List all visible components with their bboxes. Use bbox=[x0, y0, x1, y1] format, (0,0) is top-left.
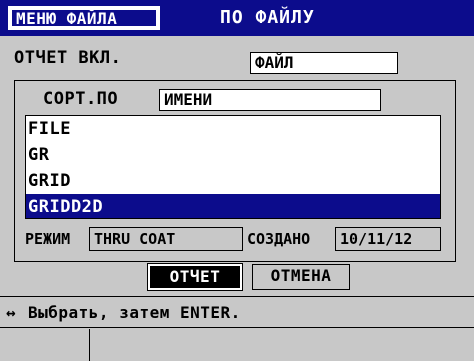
help-bar: ↔ Выбрать, затем ENTER. bbox=[0, 296, 474, 328]
report-button[interactable]: ОТЧЕТ bbox=[147, 263, 243, 291]
file-menu-tab-label: МЕНЮ ФАЙЛА bbox=[12, 10, 156, 27]
screen-title: ПО ФАЙЛУ bbox=[220, 7, 315, 28]
help-text: Выбрать, затем ENTER. bbox=[28, 303, 241, 322]
report-on-label: ОТЧЕТ ВКЛ. bbox=[14, 48, 122, 68]
left-right-arrow-icon: ↔ bbox=[6, 303, 16, 322]
created-label: СОЗДАНО bbox=[247, 230, 311, 248]
file-list-item-selected[interactable]: GRIDD2D bbox=[26, 194, 440, 218]
file-list[interactable]: FILE GR GRID GRIDD2D bbox=[25, 115, 441, 219]
report-on-field[interactable]: ФАЙЛ bbox=[250, 52, 398, 74]
mode-value: THRU COAT bbox=[89, 227, 243, 251]
sort-by-field[interactable]: ИМЕНИ bbox=[159, 89, 381, 111]
sort-by-label: СОРТ.ПО bbox=[43, 89, 119, 109]
status-cell bbox=[0, 329, 90, 361]
file-report-screen: МЕНЮ ФАЙЛА ПО ФАЙЛУ ОТЧЕТ ВКЛ. ФАЙЛ СОРТ… bbox=[0, 0, 474, 361]
created-value: 10/11/12 bbox=[335, 227, 441, 251]
file-list-item[interactable]: FILE bbox=[26, 116, 440, 142]
mode-label: РЕЖИМ bbox=[25, 230, 71, 248]
file-list-item[interactable]: GR bbox=[26, 142, 440, 168]
file-list-item[interactable]: GRID bbox=[26, 168, 440, 194]
title-bar: МЕНЮ ФАЙЛА ПО ФАЙЛУ bbox=[0, 0, 474, 36]
file-select-panel: СОРТ.ПО ИМЕНИ FILE GR GRID GRIDD2D РЕЖИМ… bbox=[14, 80, 456, 262]
cancel-button[interactable]: ОТМЕНА bbox=[252, 264, 350, 290]
file-menu-tab[interactable]: МЕНЮ ФАЙЛА bbox=[8, 6, 160, 30]
